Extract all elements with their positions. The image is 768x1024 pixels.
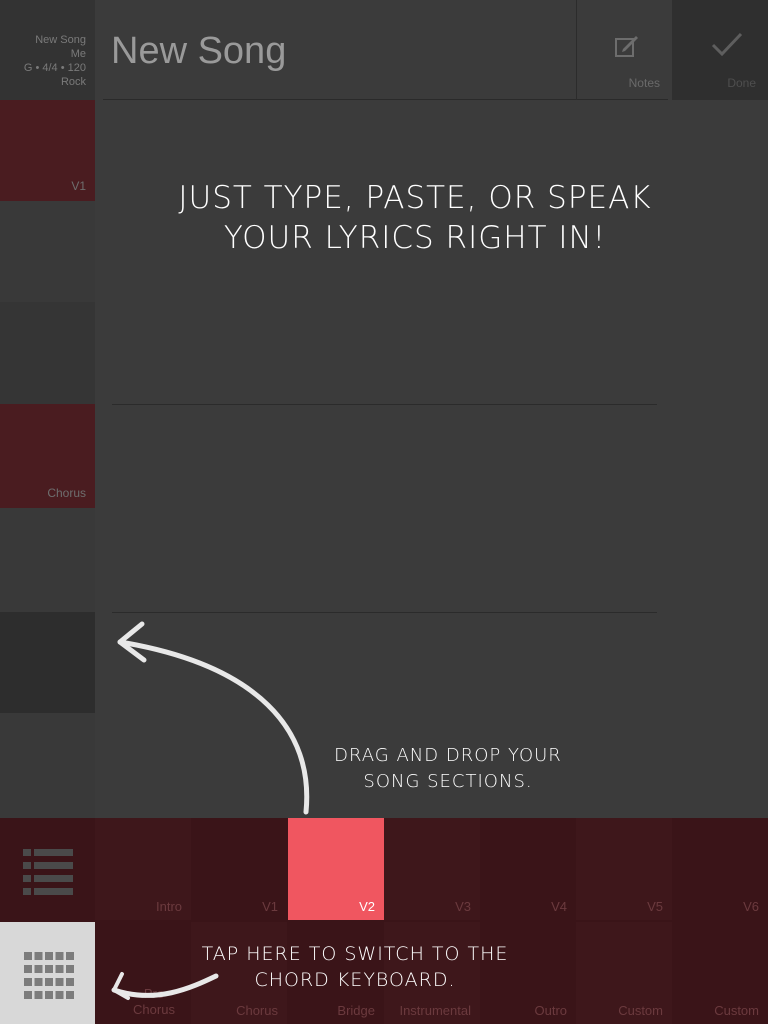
song-info-author: Me xyxy=(70,48,86,60)
palette-tile-custom[interactable]: Custom xyxy=(576,922,672,1024)
done-label: Done xyxy=(727,76,756,90)
sidebar-section-empty[interactable] xyxy=(0,612,95,713)
palette-tile-v5[interactable]: V5 xyxy=(576,818,672,920)
compose-icon xyxy=(615,36,638,57)
tile-label: V5 xyxy=(647,899,663,914)
grid-keypad-icon xyxy=(24,952,74,999)
tile-label: V4 xyxy=(551,899,567,914)
tile-label: Instrumental xyxy=(399,1003,471,1018)
tile-label: Bridge xyxy=(337,1003,375,1018)
song-info-panel[interactable]: New Song Me G • 4/4 • 120 Rock xyxy=(0,0,95,100)
annotation-lyrics: Just type, paste, or speak your lyrics r… xyxy=(178,180,652,256)
song-info-meta: G • 4/4 • 120 xyxy=(23,62,86,74)
sidebar-section-empty[interactable] xyxy=(0,201,95,302)
sidebar-section-chorus[interactable]: Chorus xyxy=(0,404,95,508)
sidebar-section-label: V1 xyxy=(71,179,86,193)
annotation-chord-keyboard: Tap here to switch to the chord keyboard… xyxy=(201,943,509,991)
tile-label: V1 xyxy=(262,899,278,914)
sidebar-section-label: Chorus xyxy=(47,486,86,500)
palette-tile-v1[interactable]: V1 xyxy=(191,818,287,920)
checkmark-icon xyxy=(711,32,743,57)
song-info-genre: Rock xyxy=(60,76,86,88)
list-icon xyxy=(23,849,73,895)
palette-tile-intro[interactable]: Intro xyxy=(95,818,191,920)
notes-label: Notes xyxy=(628,76,660,90)
tile-label: Outro xyxy=(534,1003,567,1018)
tile-label: Custom xyxy=(618,1003,663,1018)
palette-tile-v6[interactable]: V6 xyxy=(672,818,768,920)
sidebar-section-empty[interactable] xyxy=(0,302,95,404)
song-info-title: New Song xyxy=(35,34,86,46)
palette-tile-v3[interactable]: V3 xyxy=(384,818,480,920)
curved-arrow-icon xyxy=(111,972,219,1000)
curved-arrow-icon xyxy=(117,621,310,815)
tile-label: V6 xyxy=(743,899,759,914)
tile-label: Custom xyxy=(714,1003,759,1018)
sidebar-section-v1[interactable]: V1 xyxy=(0,100,95,201)
section-sidebar: New Song Me G • 4/4 • 120 Rock V1 Chorus xyxy=(0,0,95,818)
list-button[interactable] xyxy=(0,818,95,922)
sidebar-section-empty[interactable] xyxy=(0,713,95,818)
palette-tile-custom[interactable]: Custom xyxy=(672,922,768,1024)
tile-label: Intro xyxy=(155,899,182,914)
song-info: New Song Me G • 4/4 • 120 Rock xyxy=(0,0,95,89)
annotation-drag-drop: Drag and drop your song sections. xyxy=(334,745,562,792)
tile-label: Chorus xyxy=(236,1003,278,1018)
palette-tile-v4[interactable]: V4 xyxy=(480,818,576,920)
sidebar-section-empty[interactable] xyxy=(0,508,95,612)
palette-tile-v2[interactable]: V2 xyxy=(288,818,384,920)
section-divider xyxy=(112,612,657,613)
notes-button[interactable]: Notes xyxy=(576,0,672,100)
chord-keyboard-button[interactable] xyxy=(0,922,95,1024)
page-title[interactable]: New Song xyxy=(111,30,286,73)
section-divider xyxy=(112,404,657,405)
tile-label: V3 xyxy=(455,899,471,914)
done-button[interactable]: Done xyxy=(672,0,768,100)
tile-label: V2 xyxy=(359,899,375,914)
